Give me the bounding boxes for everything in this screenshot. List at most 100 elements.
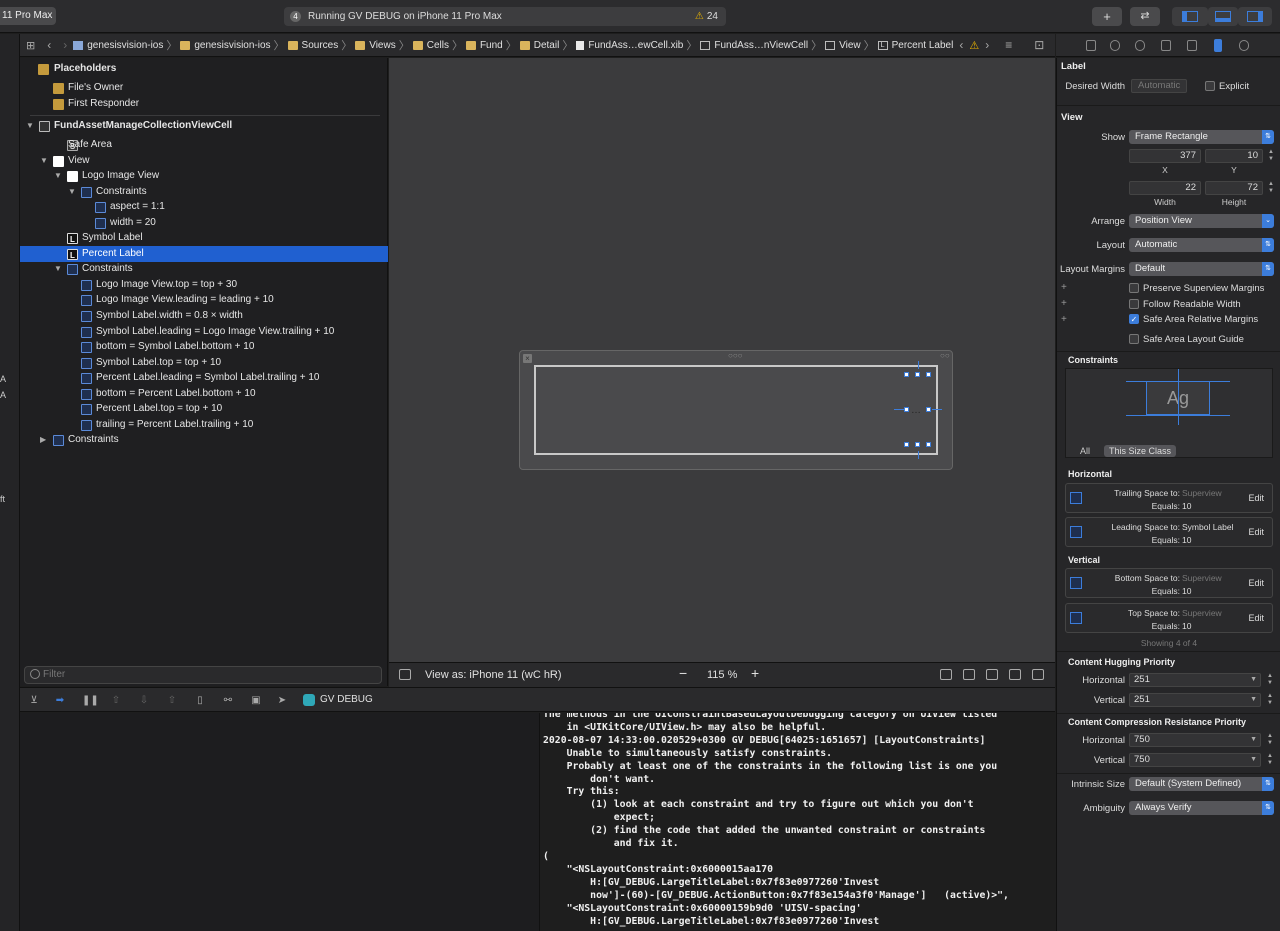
related-items-icon[interactable]: ⊞ [20, 39, 41, 52]
edit-button[interactable]: Edit [1248, 493, 1264, 503]
breakpoints-icon[interactable]: ➡ [54, 695, 66, 706]
help-inspector-icon[interactable] [1135, 40, 1145, 51]
safe-area-margins-checkbox[interactable]: ✓ [1129, 314, 1139, 324]
toggle-inspector-button[interactable] [1238, 7, 1272, 26]
layout-popup[interactable]: Automatic ⇅ [1129, 238, 1274, 252]
breadcrumb-folder[interactable]: Detail [519, 40, 559, 51]
scheme-selector[interactable]: 11 Pro Max [0, 7, 56, 25]
interface-builder-canvas[interactable]: × ○○○ ○○ … [389, 58, 1055, 662]
size-class-this[interactable]: This Size Class [1104, 445, 1177, 457]
editor-options-icon[interactable]: ≡ [999, 38, 1018, 52]
layout-margins-popup[interactable]: Default ⇅ [1129, 262, 1274, 276]
hide-debug-area-icon[interactable]: ⊻ [28, 695, 40, 706]
breadcrumb-folder[interactable]: genesisvision-ios [180, 40, 271, 51]
safe-area-guide-checkbox[interactable] [1129, 334, 1139, 344]
hugging-horizontal-stepper[interactable]: ▲ ▼ [1266, 673, 1274, 687]
resize-handle[interactable] [926, 442, 931, 447]
outline-logo-constraints[interactable]: ▼ Constraints [20, 184, 388, 200]
resize-handle[interactable] [915, 442, 920, 447]
resize-handle[interactable] [926, 372, 931, 377]
disclosure-open-icon[interactable]: ▼ [54, 261, 62, 277]
x-field[interactable]: 377 [1129, 149, 1201, 163]
zoom-out-icon[interactable]: − [679, 665, 687, 681]
y-stepper[interactable]: ▲ ▼ [1267, 149, 1275, 163]
identity-inspector-icon[interactable] [1161, 40, 1171, 51]
compression-horizontal-stepper[interactable]: ▲ ▼ [1266, 733, 1274, 747]
step-over-icon[interactable]: ⇧ [110, 695, 122, 706]
add-editor-icon[interactable]: ⊡ [1028, 38, 1050, 52]
edit-button[interactable]: Edit [1248, 613, 1264, 623]
outline-safe-area[interactable]: S Safe Area [20, 137, 388, 153]
toggle-navigator-button[interactable] [1172, 7, 1208, 26]
desired-width-field[interactable]: Automatic [1131, 79, 1187, 93]
breadcrumb-folder[interactable]: Views [355, 40, 396, 51]
library-button[interactable]: + [1092, 7, 1122, 26]
attributes-inspector-icon[interactable] [1187, 40, 1197, 51]
step-out-icon[interactable]: ⇧ [166, 695, 178, 706]
device-configuration[interactable]: View as: iPhone 11 (wC hR) [425, 669, 562, 681]
outline-constraint-item[interactable]: Symbol Label.leading = Logo Image View.t… [20, 324, 388, 340]
outline-filter-input[interactable]: Filter [24, 666, 382, 684]
show-popup[interactable]: Frame Rectangle ⇅ [1129, 130, 1274, 144]
outline-percent-label[interactable]: L Percent Label [20, 246, 388, 262]
outline-symbol-label[interactable]: L Symbol Label [20, 230, 388, 246]
zoom-level[interactable]: 115 % [707, 669, 737, 681]
readable-width-checkbox[interactable] [1129, 299, 1139, 309]
height-stepper[interactable]: ▲ ▼ [1267, 181, 1275, 195]
resize-handle[interactable] [915, 372, 920, 377]
issue-back-icon[interactable]: ‹ [953, 38, 969, 52]
outline-constraint-item[interactable]: Logo Image View.leading = leading + 10 [20, 292, 388, 308]
breadcrumb-folder[interactable]: Fund [465, 40, 503, 51]
outline-files-owner[interactable]: File's Owner [20, 80, 388, 96]
debug-target[interactable]: GV DEBUG [320, 694, 373, 705]
embed-in-icon[interactable] [963, 669, 975, 680]
hugging-vertical-field[interactable]: 251 ▼ [1129, 693, 1261, 707]
arrange-popup[interactable]: Position View ⌄ [1129, 214, 1274, 228]
update-frames-icon[interactable] [940, 669, 952, 680]
outline-view-constraints[interactable]: ▼ Constraints [20, 261, 388, 277]
intrinsic-size-popup[interactable]: Default (System Defined) ⇅ [1129, 777, 1274, 791]
resize-handle[interactable] [926, 407, 931, 412]
cell-content-view[interactable] [534, 365, 938, 455]
width-field[interactable]: 22 [1129, 181, 1201, 195]
outline-constraint-item[interactable]: aspect = 1:1 [20, 199, 388, 215]
resize-handle[interactable] [904, 442, 909, 447]
constraint-card[interactable]: Top Space to: Superview Equals: 10 Edit [1065, 603, 1273, 633]
align-icon[interactable] [986, 669, 998, 680]
disclosure-open-icon[interactable]: ▼ [40, 153, 48, 169]
y-field[interactable]: 10 [1205, 149, 1263, 163]
compression-horizontal-field[interactable]: 750 ▼ [1129, 733, 1261, 747]
disclosure-open-icon[interactable]: ▼ [54, 168, 62, 184]
compression-vertical-stepper[interactable]: ▲ ▼ [1266, 753, 1274, 767]
connections-inspector-icon[interactable] [1239, 40, 1249, 51]
close-icon[interactable]: × [523, 354, 532, 363]
zoom-in-icon[interactable]: + [751, 665, 759, 681]
variables-view[interactable] [20, 713, 540, 931]
outline-constraint-item[interactable]: width = 20 [20, 215, 388, 231]
preserve-margins-checkbox[interactable] [1129, 283, 1139, 293]
outline-constraint-item[interactable]: Percent Label.top = top + 10 [20, 401, 388, 417]
console-output[interactable]: The methods in the UIConstraintBasedLayo… [541, 713, 1055, 931]
outline-placeholders[interactable]: Placeholders [20, 61, 388, 77]
issue-forward-icon[interactable]: › [979, 38, 995, 52]
resize-handle[interactable] [904, 407, 909, 412]
plus-icon[interactable]: + [1061, 314, 1067, 325]
forward-chevron-icon[interactable]: › [57, 38, 73, 52]
breadcrumb-view[interactable]: View [825, 40, 861, 51]
breadcrumb-project[interactable]: genesisvision-ios [73, 40, 163, 51]
edit-button[interactable]: Edit [1248, 578, 1264, 588]
outline-constraint-item[interactable]: Logo Image View.top = top + 30 [20, 277, 388, 293]
outline-constraint-item[interactable]: bottom = Percent Label.bottom + 10 [20, 386, 388, 402]
outline-constraint-item[interactable]: Symbol Label.width = 0.8 × width [20, 308, 388, 324]
hugging-horizontal-field[interactable]: 251 ▼ [1129, 673, 1261, 687]
disclosure-open-icon[interactable]: ▼ [68, 184, 76, 200]
breadcrumb-label[interactable]: L Percent Label [877, 40, 953, 51]
resize-handle[interactable] [904, 372, 909, 377]
view-hierarchy-icon[interactable]: ▯ [194, 695, 206, 706]
step-into-icon[interactable]: ⇩ [138, 695, 150, 706]
breadcrumb-cell[interactable]: FundAss…nViewCell [700, 40, 808, 51]
outline-view[interactable]: ▼ View [20, 153, 388, 169]
outline-cell-constraints[interactable]: ▶ Constraints [20, 432, 388, 448]
breadcrumb-folder[interactable]: Cells [412, 40, 449, 51]
constraint-card[interactable]: Trailing Space to: Superview Equals: 10 … [1065, 483, 1273, 513]
